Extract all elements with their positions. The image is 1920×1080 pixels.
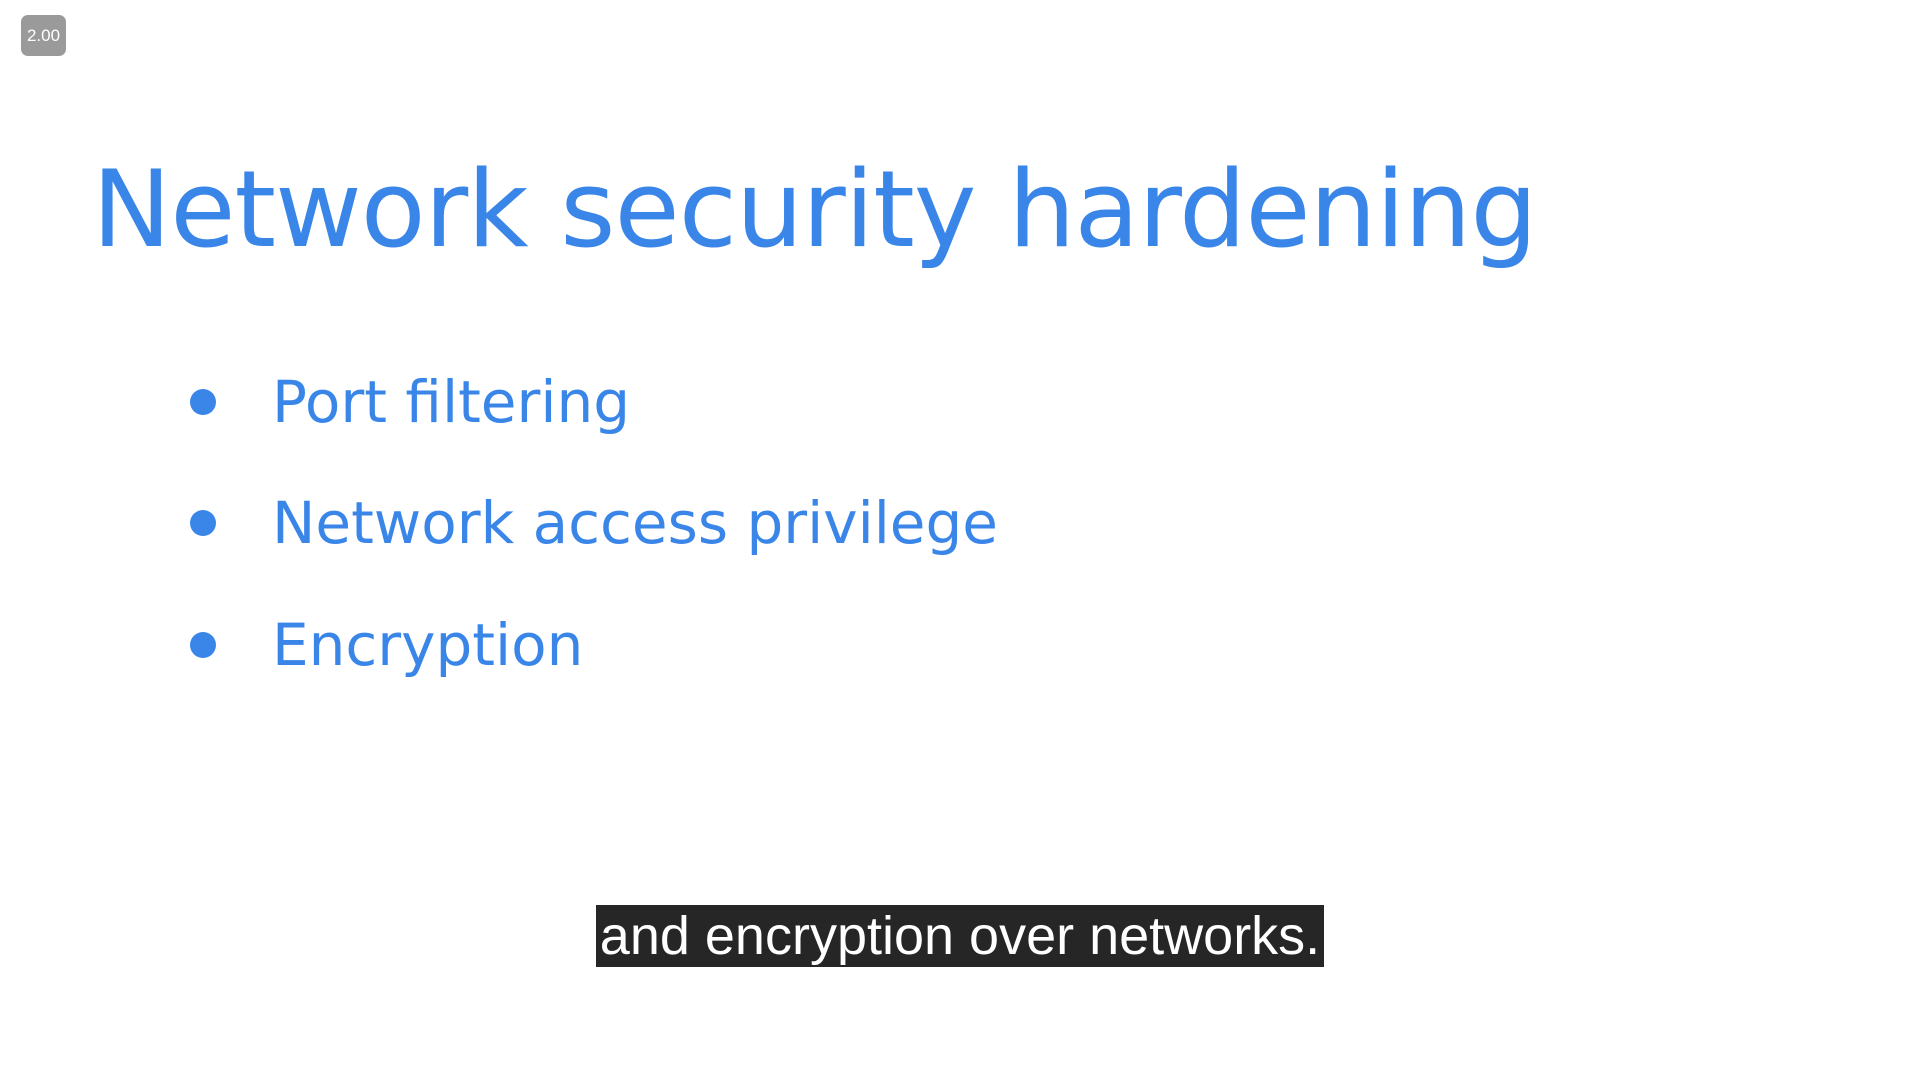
bullet-text-encryption: Encryption	[272, 611, 584, 679]
bullet-icon	[190, 632, 216, 658]
bullet-text-network-access-privilege: Network access privilege	[272, 489, 998, 557]
playback-speed-badge[interactable]: 2.00	[21, 15, 66, 56]
slide-title: Network security hardening	[92, 148, 1538, 271]
bullet-text-port-filtering: Port filtering	[272, 368, 631, 436]
subtitle-caption: and encryption over networks.	[595, 905, 1325, 967]
bullet-icon	[190, 510, 216, 536]
video-frame: 2.00 Network security hardening Port fil…	[0, 0, 1920, 1080]
caption-container: and encryption over networks.	[0, 905, 1920, 967]
bullet-icon	[190, 389, 216, 415]
